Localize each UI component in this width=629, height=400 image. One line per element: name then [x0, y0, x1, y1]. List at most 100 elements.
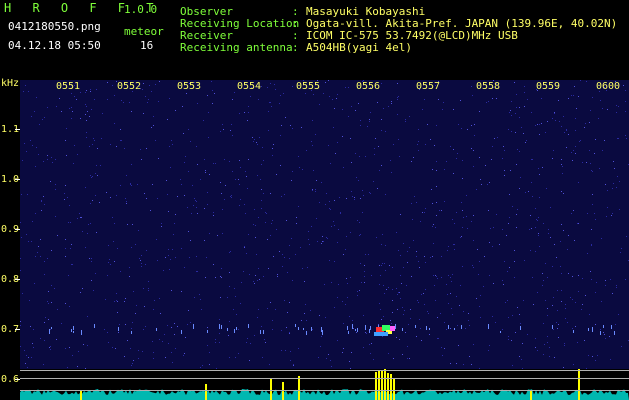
noise-pixel [142, 351, 143, 352]
noise-pixel [161, 223, 162, 224]
noise-pixel [306, 150, 307, 151]
noise-pixel [601, 238, 602, 239]
noise-pixel [442, 355, 443, 356]
noise-pixel [557, 290, 558, 291]
noise-pixel [492, 316, 493, 317]
noise-pixel [343, 348, 344, 349]
noise-pixel [85, 104, 86, 105]
noise-pixel [620, 252, 621, 253]
noise-pixel [602, 108, 603, 109]
noise-pixel [531, 228, 532, 229]
noise-pixel [322, 236, 323, 237]
noise-pixel [532, 159, 533, 160]
noise-pixel [573, 95, 574, 96]
noise-pixel [114, 95, 115, 96]
noise-pixel [575, 146, 576, 147]
noise-pixel [306, 320, 307, 321]
noise-pixel [286, 327, 287, 328]
noise-pixel [402, 307, 403, 308]
meteor-echo-mark [614, 331, 615, 335]
noise-pixel [244, 204, 245, 205]
noise-pixel [145, 96, 146, 97]
noise-pixel [334, 225, 335, 226]
noise-pixel [432, 256, 433, 257]
noise-pixel [558, 324, 559, 325]
noise-pixel [125, 298, 126, 299]
noise-pixel [473, 215, 474, 216]
noise-pixel [553, 329, 554, 330]
noise-pixel [367, 126, 368, 127]
noise-pixel [54, 288, 55, 289]
noise-pixel [358, 180, 359, 181]
noise-pixel [539, 246, 540, 247]
noise-pixel [271, 106, 272, 107]
noise-pixel [215, 339, 216, 340]
noise-pixel [50, 329, 51, 330]
noise-pixel [605, 280, 606, 281]
noise-pixel [492, 246, 493, 247]
noise-pixel [574, 240, 575, 241]
noise-pixel [346, 198, 347, 199]
noise-pixel [247, 338, 248, 339]
noise-pixel [286, 220, 287, 221]
noise-pixel [375, 138, 376, 139]
noise-pixel [143, 113, 144, 114]
noise-pixel [257, 280, 258, 281]
noise-pixel [509, 217, 510, 218]
noise-pixel [590, 110, 591, 111]
noise-pixel [182, 106, 183, 107]
noise-pixel [279, 103, 280, 104]
noise-pixel [383, 316, 384, 317]
meteor-echo-mark [81, 330, 82, 335]
noise-pixel [308, 231, 309, 232]
noise-pixel [452, 219, 453, 220]
noise-pixel [35, 256, 36, 257]
noise-pixel [584, 127, 585, 128]
noise-pixel [333, 221, 334, 222]
noise-pixel [478, 274, 479, 275]
noise-pixel [424, 99, 425, 100]
noise-pixel [153, 309, 154, 310]
noise-pixel [293, 364, 294, 365]
noise-pixel [369, 119, 370, 120]
noise-pixel [567, 249, 568, 250]
noise-pixel [104, 329, 105, 330]
noise-pixel [347, 283, 348, 284]
noise-pixel [147, 102, 148, 103]
noise-pixel [153, 116, 154, 117]
noise-pixel [43, 364, 44, 365]
noise-pixel [85, 114, 86, 115]
noise-pixel [370, 193, 371, 194]
noise-pixel [444, 201, 445, 202]
noise-pixel [291, 238, 292, 239]
noise-pixel [447, 294, 448, 295]
noise-pixel [120, 140, 121, 141]
noise-pixel [381, 119, 382, 120]
noise-pixel [359, 290, 360, 291]
noise-pixel [343, 167, 344, 168]
noise-pixel [163, 270, 164, 271]
noise-pixel [110, 144, 111, 145]
meteor-echo-mark [500, 331, 501, 333]
noise-pixel [480, 317, 481, 318]
noise-pixel [107, 82, 108, 83]
noise-pixel [86, 132, 87, 133]
noise-pixel [65, 248, 66, 249]
noise-pixel [479, 157, 480, 158]
noise-pixel [87, 233, 88, 234]
noise-pixel [535, 208, 536, 209]
noise-pixel [220, 297, 221, 298]
noise-pixel [435, 275, 436, 276]
noise-pixel [282, 266, 283, 267]
noise-pixel [47, 258, 48, 259]
noise-pixel [77, 154, 78, 155]
noise-pixel [473, 150, 474, 151]
noise-pixel [81, 217, 82, 218]
noise-pixel [531, 159, 532, 160]
noise-pixel [365, 332, 366, 333]
noise-pixel [600, 100, 601, 101]
noise-pixel [239, 113, 240, 114]
noise-pixel [577, 223, 578, 224]
noise-pixel [352, 196, 353, 197]
noise-pixel [489, 275, 490, 276]
